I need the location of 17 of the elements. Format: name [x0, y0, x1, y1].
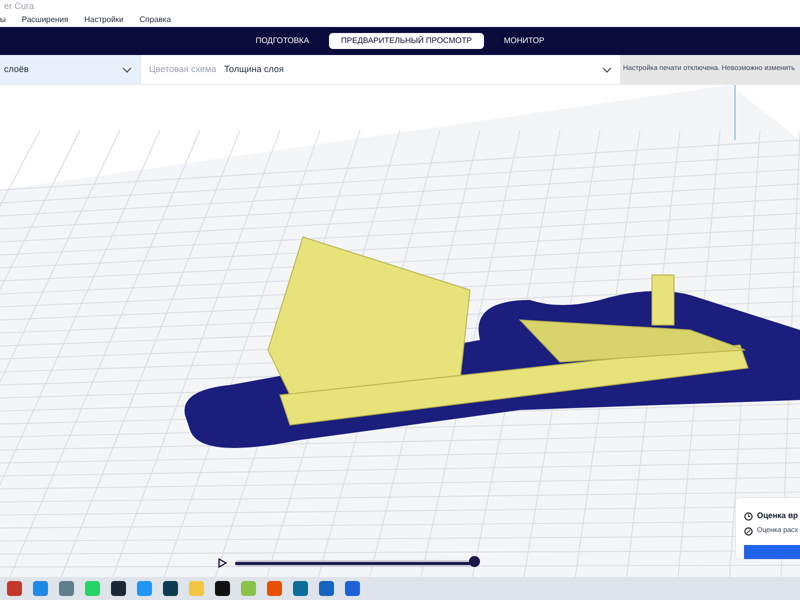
menu-item[interactable]: Расширения — [22, 14, 68, 26]
taskbar-app-icon[interactable] — [111, 581, 126, 596]
clock-icon — [744, 512, 753, 520]
menu-item[interactable]: ы — [0, 14, 6, 26]
chevron-down-icon — [122, 66, 132, 72]
stage-tab[interactable]: ПРЕДВАРИТЕЛЬНЫЙ ПРОСМОТР — [329, 33, 484, 49]
chevron-down-icon — [602, 66, 612, 72]
window-title: er Cura — [4, 2, 34, 10]
stage-tab[interactable]: МОНИТОР — [492, 33, 556, 49]
menu-item[interactable]: Справка — [140, 14, 171, 26]
play-icon[interactable] — [218, 558, 227, 568]
view-type-dropdown[interactable]: слоёв — [0, 55, 141, 84]
stage-tab[interactable]: ПОДГОТОВКА — [244, 33, 322, 49]
taskbar-app-icon[interactable] — [215, 581, 230, 596]
taskbar-app-icon[interactable] — [163, 581, 178, 596]
menu-item[interactable]: Настройки — [84, 14, 124, 26]
action-button[interactable] — [744, 544, 800, 559]
